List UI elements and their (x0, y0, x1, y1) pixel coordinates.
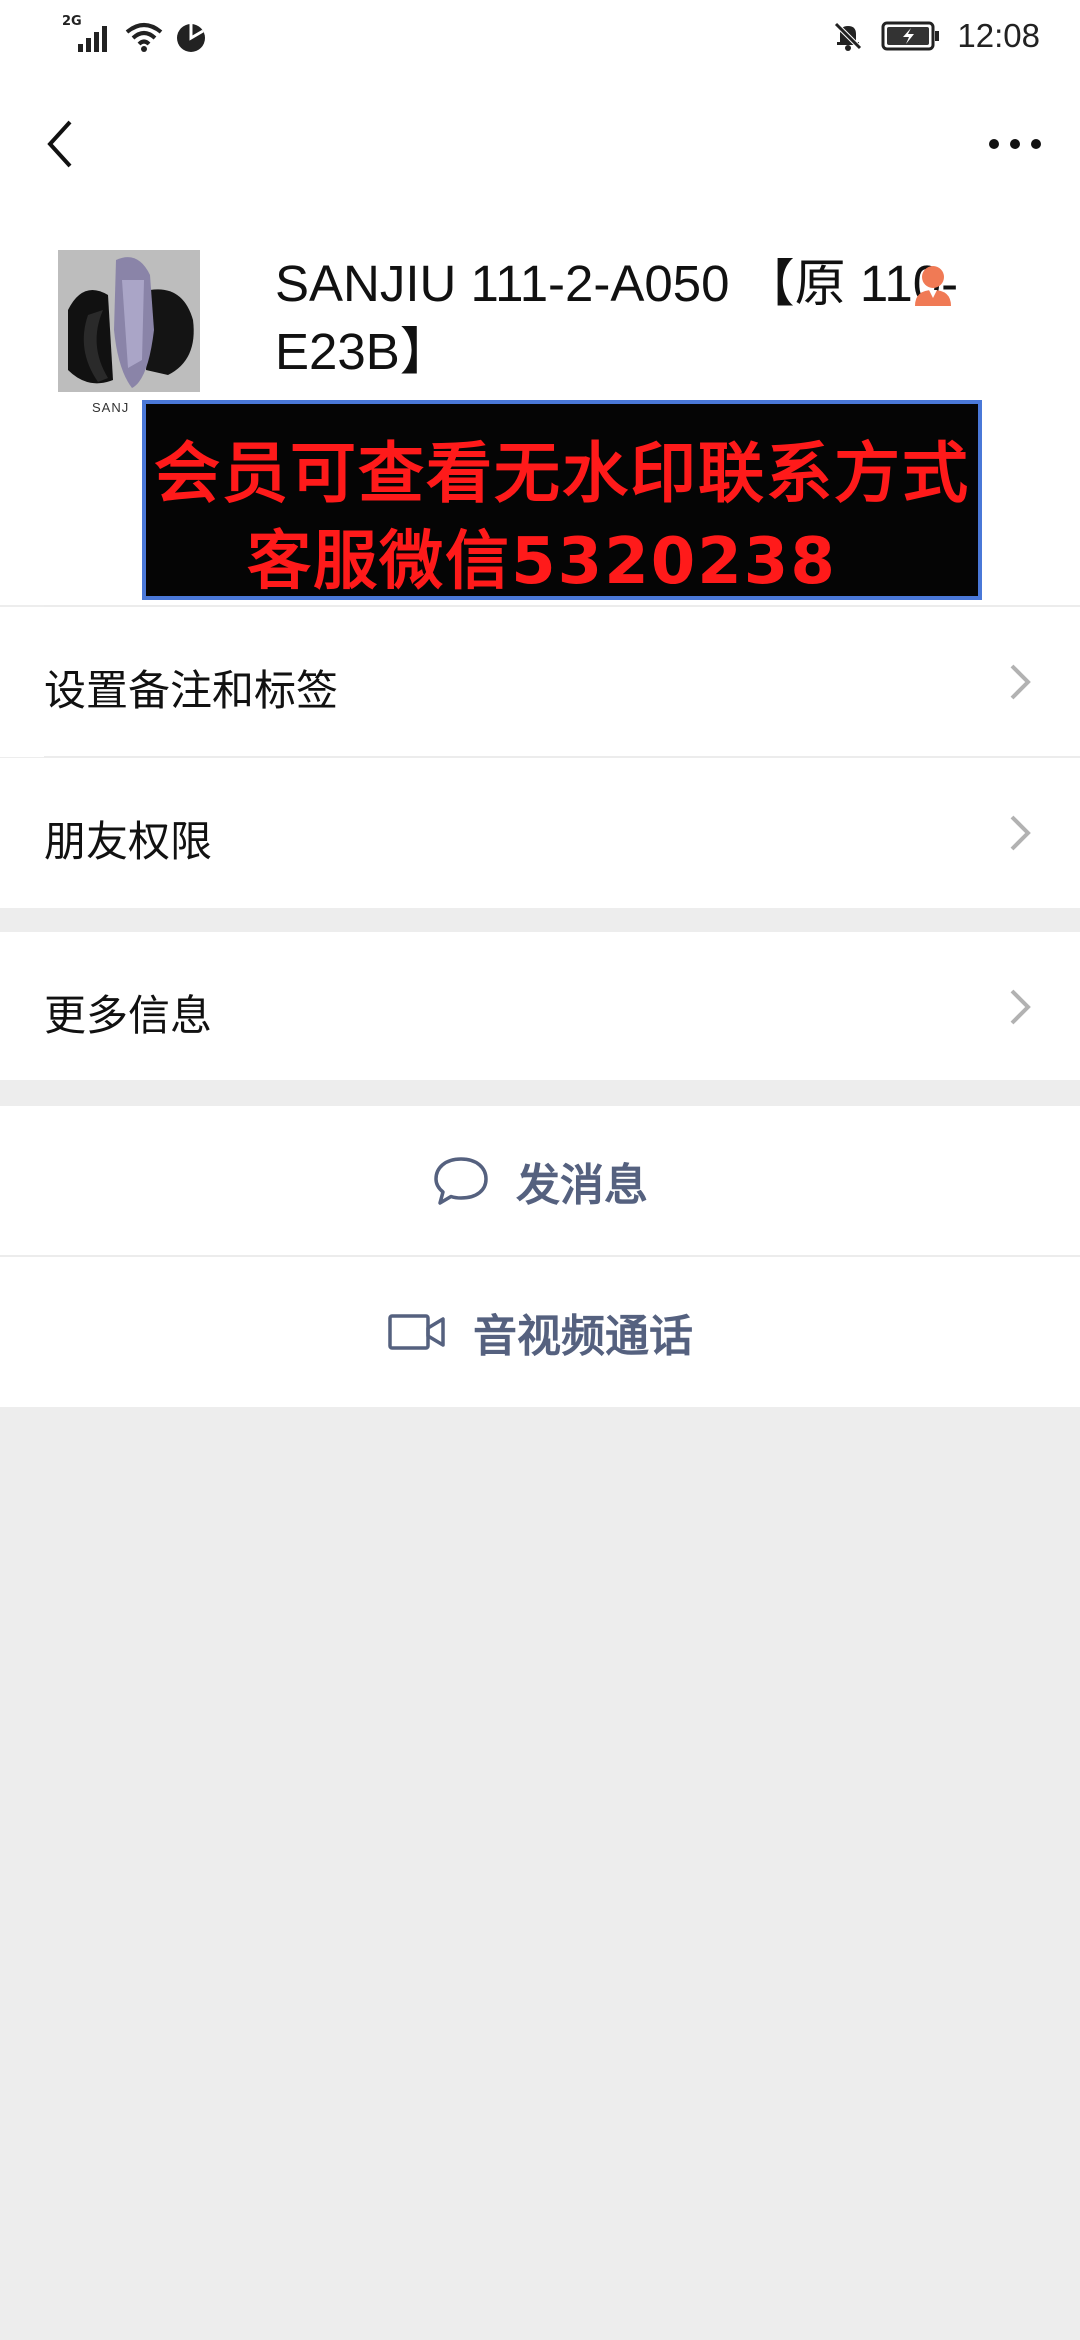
avatar-image (58, 250, 200, 392)
watermark-line-1: 会员可查看无水印联系方式 (154, 435, 970, 512)
chat-bubble-icon (434, 1157, 488, 1205)
contact-name-text: SANJIU 111-2-A050 【原 110-E23B】 (275, 255, 959, 380)
video-call-label: 音视频通话 (473, 1311, 693, 1362)
wifi-icon (124, 18, 164, 58)
network-type: 2G (62, 14, 82, 29)
chevron-right-icon (1010, 815, 1031, 851)
contact-name: SANJIU 111-2-A050 【原 110-E23B】 (275, 250, 995, 386)
remark-tags-label: 设置备注和标签 (44, 666, 339, 715)
notifications-off-icon (831, 19, 865, 53)
video-camera-icon (388, 1314, 445, 1350)
friend-permissions-label: 朋友权限 (44, 817, 213, 866)
cell-signal-icon: 2G (62, 14, 114, 58)
person-icon (912, 262, 954, 308)
chevron-right-icon (1010, 664, 1031, 700)
send-message-label: 发消息 (516, 1160, 648, 1211)
chevron-right-icon (1010, 989, 1031, 1025)
friend-permissions-row[interactable]: 朋友权限 (0, 758, 1080, 908)
back-button[interactable] (30, 114, 90, 174)
remark-tags-row[interactable]: 设置备注和标签 (0, 607, 1080, 757)
chevron-left-icon (47, 120, 72, 168)
more-options-button[interactable] (980, 114, 1050, 174)
navigation-bar (0, 100, 1080, 184)
more-dots-icon (989, 139, 1041, 149)
data-saver-icon (174, 21, 208, 55)
status-bar: 2G 12:08 (0, 0, 1080, 72)
status-right: 12:08 (831, 14, 1040, 58)
avatar[interactable] (58, 250, 200, 392)
status-time: 12:08 (957, 17, 1040, 54)
battery-charging-icon (881, 19, 941, 53)
more-info-label: 更多信息 (44, 991, 213, 1040)
status-left: 2G (62, 14, 208, 58)
contact-profile-page: 2G 12:08 SANJ SANJIU 111-2-A050 【原 110-E… (0, 0, 1080, 2340)
send-message-button[interactable]: 发消息 (0, 1106, 1080, 1256)
watermark-banner: 会员可查看无水印联系方式 客服微信5320238 (142, 400, 982, 600)
video-call-button[interactable]: 音视频通话 (0, 1257, 1080, 1407)
avatar-caption: SANJ (92, 400, 130, 415)
more-info-row[interactable]: 更多信息 (0, 932, 1080, 1080)
watermark-line-2: 客服微信5320238 (247, 525, 837, 599)
